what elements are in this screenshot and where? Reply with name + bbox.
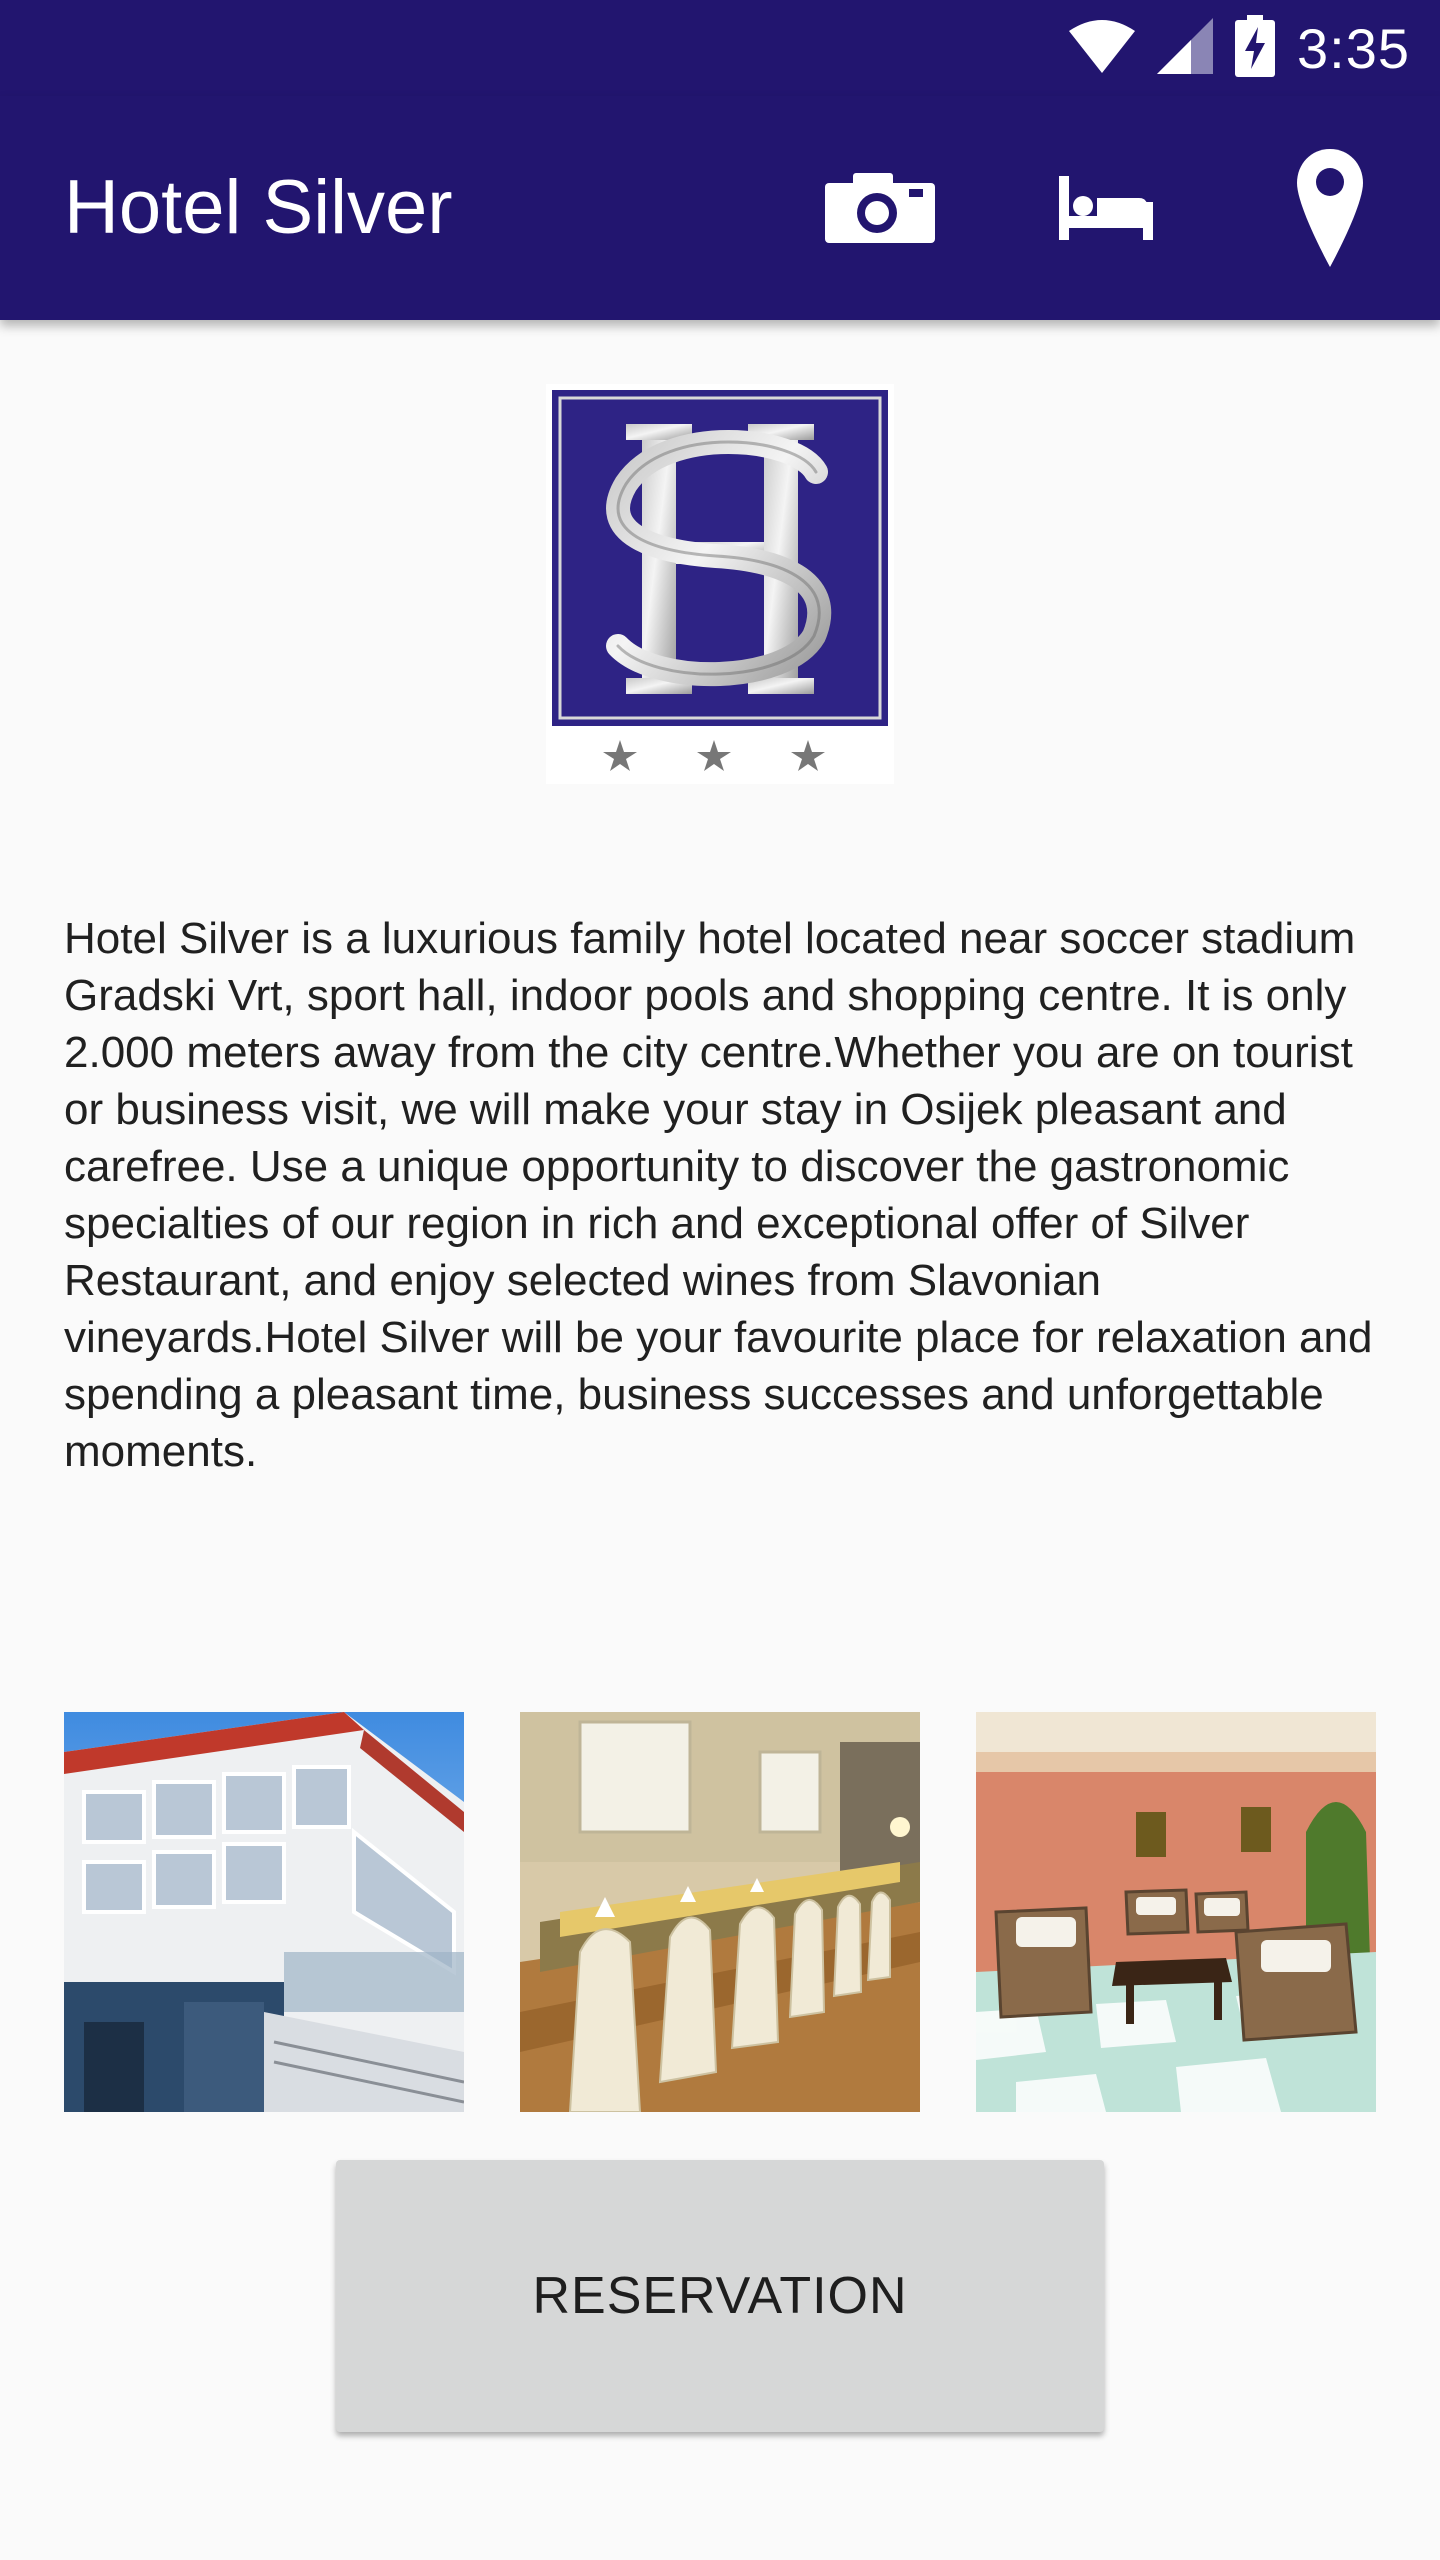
rating-stars (603, 740, 825, 771)
app-bar: Hotel Silver (0, 96, 1440, 320)
camera-button[interactable] (810, 140, 950, 280)
status-time: 3:35 (1297, 16, 1410, 80)
cell-signal-icon (1157, 17, 1213, 79)
battery-charging-icon (1235, 14, 1275, 82)
lounge-lobby-photo[interactable] (976, 1712, 1376, 2112)
location-pin-icon (1297, 148, 1363, 272)
location-button[interactable] (1260, 140, 1400, 280)
restaurant-dining-hall-photo[interactable] (520, 1712, 920, 2112)
camera-icon (825, 172, 935, 248)
bed-icon (1059, 175, 1153, 245)
photo-gallery (64, 1712, 1376, 2112)
wifi-icon (1069, 19, 1135, 78)
hotel-logo (546, 384, 894, 784)
reservation-button[interactable]: RESERVATION (336, 2160, 1104, 2432)
rooms-button[interactable] (1036, 140, 1176, 280)
status-bar: 3:35 (0, 0, 1440, 96)
app-title: Hotel Silver (64, 165, 453, 250)
hotel-monogram-logo (552, 390, 888, 771)
status-icons: 3:35 (1069, 0, 1410, 96)
hotel-exterior-photo[interactable] (64, 1712, 464, 2112)
hotel-description: Hotel Silver is a luxurious family hotel… (64, 914, 1373, 1476)
